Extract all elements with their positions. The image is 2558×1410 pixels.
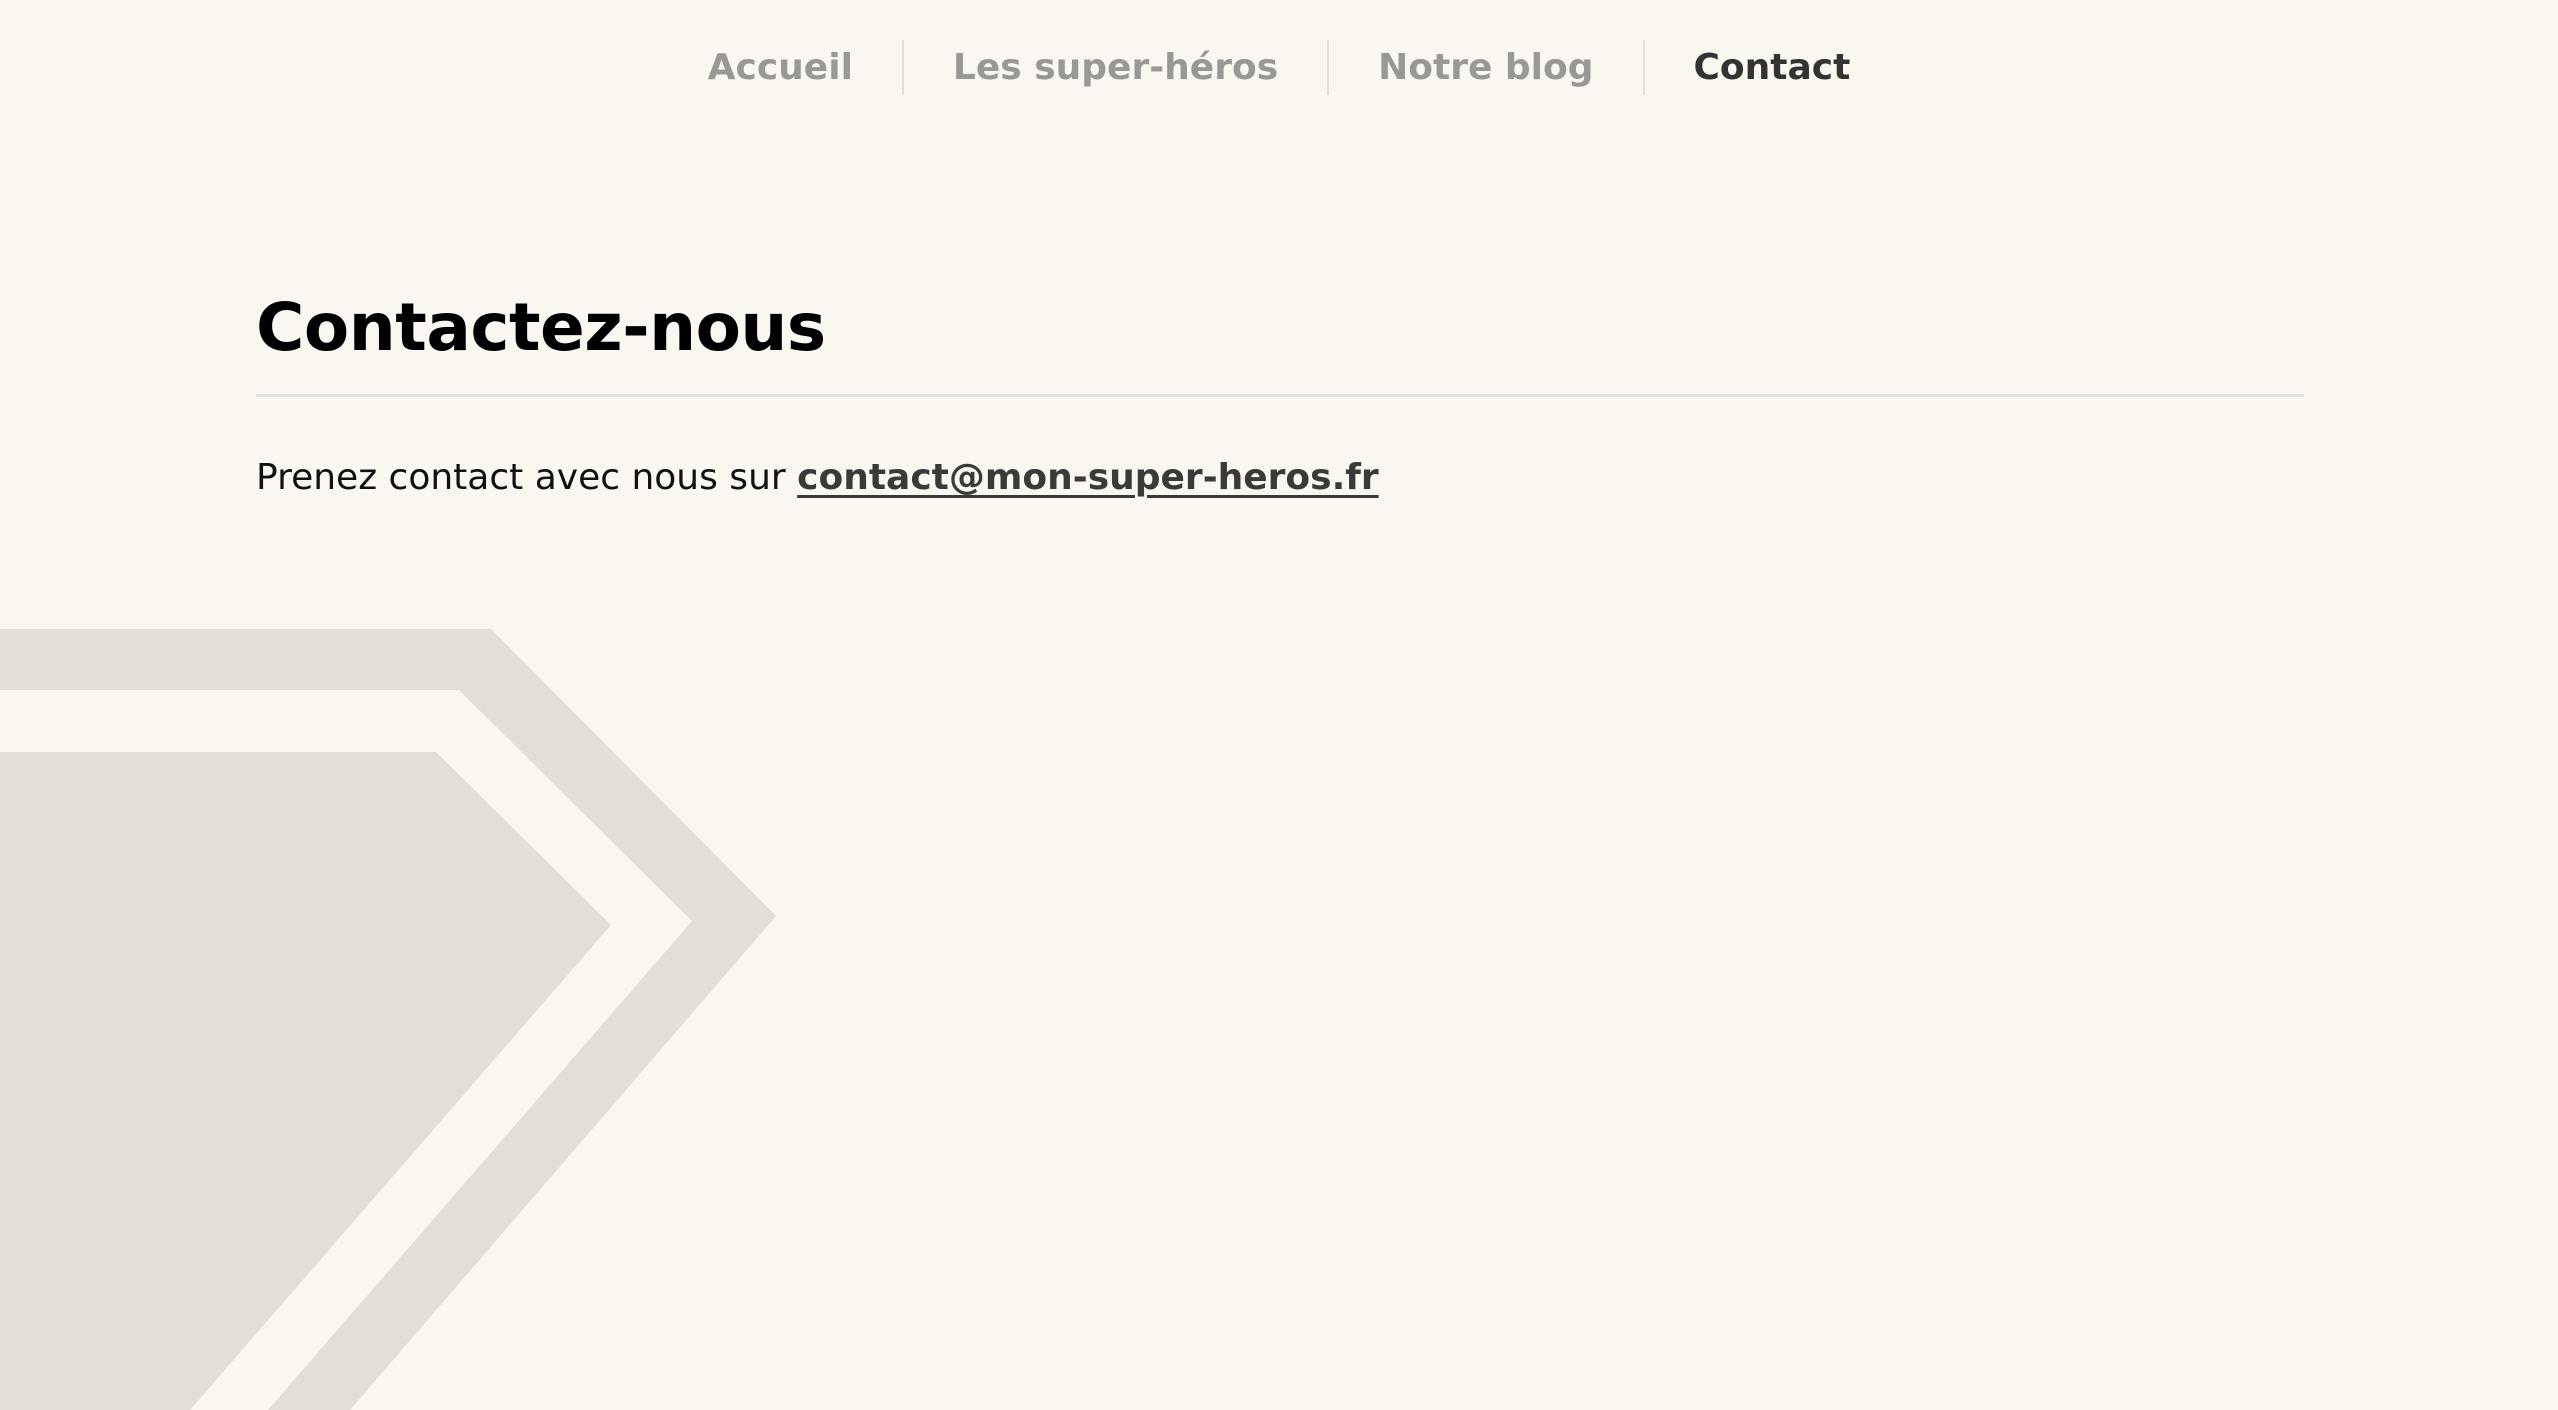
email-link[interactable]: contact@mon-super-heros.fr — [797, 457, 1379, 498]
nav-item-blog[interactable]: Notre blog — [1327, 40, 1642, 96]
nav-item-accueil[interactable]: Accueil — [659, 40, 902, 95]
contact-paragraph: Prenez contact avec nous sur contact@mon… — [256, 455, 2304, 502]
page-title: Contactez-nous — [256, 289, 826, 366]
title-divider — [256, 393, 2304, 397]
contact-text-prefix: Prenez contact avec nous sur — [256, 456, 798, 498]
nav-item-contact[interactable]: Contact — [1642, 40, 1900, 96]
main-content: Contactez-nous Prenez contact avec nous … — [256, 290, 2304, 502]
nav-item-super-heros[interactable]: Les super-héros — [901, 40, 1327, 96]
diamond-logo-decoration — [0, 629, 776, 1410]
main-navigation: Accueil Les super-héros Notre blog Conta… — [0, 40, 2558, 96]
